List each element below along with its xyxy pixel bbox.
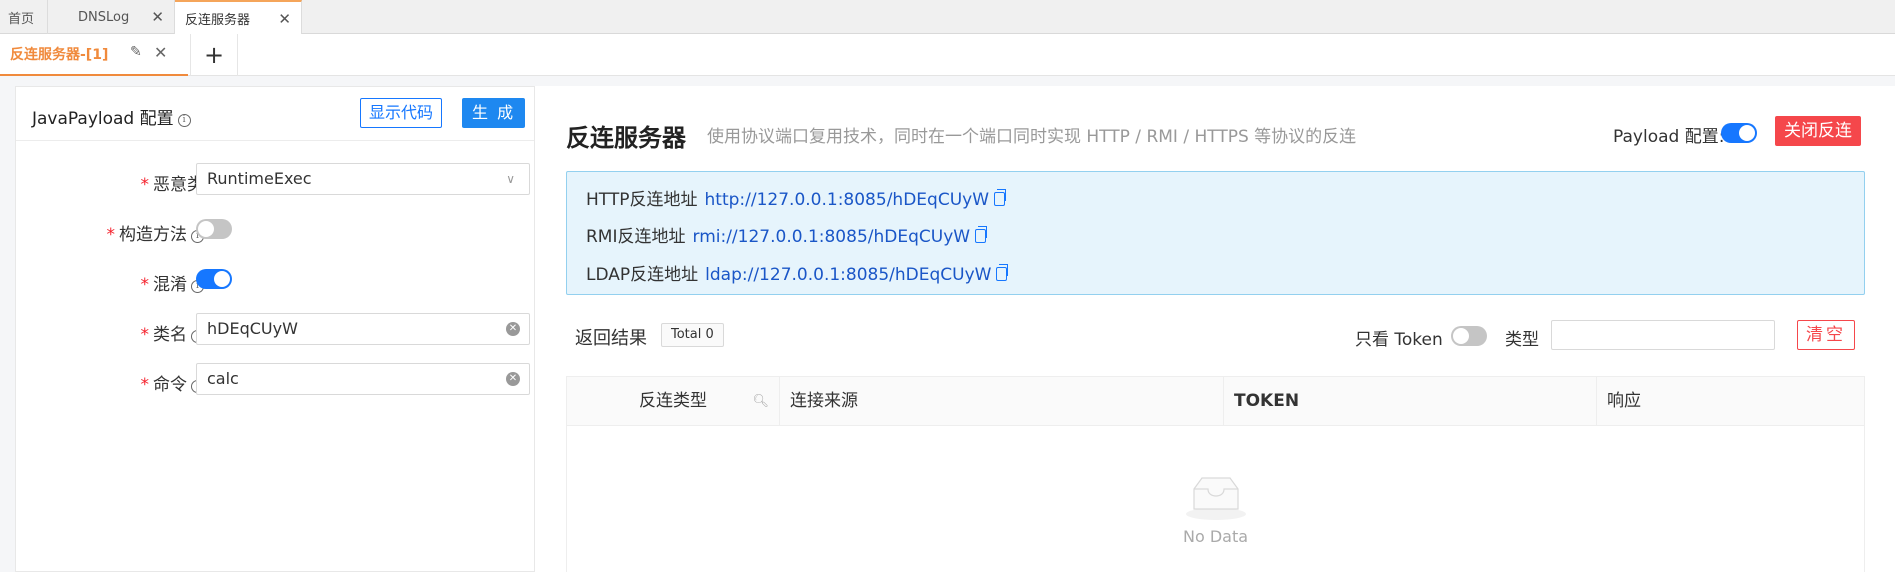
field-label: *命令i xyxy=(141,370,204,395)
copy-icon[interactable] xyxy=(996,264,1009,281)
clear-button[interactable]: 清空 xyxy=(1797,320,1855,350)
tab-label: 反连服务器-[1] xyxy=(10,47,109,63)
address-info-box: HTTP反连地址 http://127.0.0.1:8085/hDEqCUyW R… xyxy=(566,171,1865,295)
select-value: RuntimeExec xyxy=(207,169,312,188)
command-input[interactable]: calc ✕ xyxy=(196,363,530,395)
address-label: LDAP反连地址 xyxy=(586,265,699,285)
rmi-address-row: RMI反连地址 rmi://127.0.0.1:8085/hDEqCUyW xyxy=(586,222,988,247)
column-header-source: 连接来源 xyxy=(779,377,1223,426)
reverse-server-panel: 反连服务器 使用协议端口复用技术，同时在一个端口同时实现 HTTP / RMI … xyxy=(535,86,1895,572)
class-name-input[interactable]: hDEqCUyW ✕ xyxy=(196,313,530,345)
tab-label: 首页 xyxy=(8,11,35,27)
close-reverse-button[interactable]: 关闭反连 xyxy=(1775,116,1861,146)
total-badge: Total 0 xyxy=(661,323,724,347)
tab-dnslog[interactable]: DNSLog ✕ xyxy=(48,0,175,34)
field-label: * 混淆 i xyxy=(141,270,204,295)
page-title: 反连服务器 xyxy=(566,124,686,152)
copy-icon[interactable] xyxy=(975,226,988,243)
results-table: 反连类型 🔍︎ 连接来源 TOKEN 响应 No Data xyxy=(566,376,1865,572)
panel-header: JavaPayload 配置 i 显示代码 生 成 xyxy=(16,87,534,141)
info-icon: i xyxy=(177,114,191,127)
clear-icon[interactable]: ✕ xyxy=(506,322,520,336)
payload-config-toggle[interactable] xyxy=(1721,123,1757,143)
field-obfuscate: * 混淆 i xyxy=(16,263,534,297)
java-payload-panel: JavaPayload 配置 i 显示代码 生 成 * 恶意类 RuntimeExe… xyxy=(15,86,535,572)
close-icon[interactable]: ✕ xyxy=(278,10,291,28)
field-label: *类名i xyxy=(141,320,204,345)
column-label: 反连类型 xyxy=(639,391,707,411)
column-label: TOKEN xyxy=(1234,391,1300,411)
close-icon[interactable]: ✕ xyxy=(151,8,164,26)
ldap-address-row: LDAP反连地址 ldap://127.0.0.1:8085/hDEqCUyW xyxy=(586,260,1009,285)
column-label: 连接来源 xyxy=(790,391,858,411)
tab-label: DNSLog xyxy=(78,9,130,25)
sub-tab-bar: 反连服务器-[1] ✎ ✕ + xyxy=(0,34,1895,76)
address-label: RMI反连地址 xyxy=(586,227,686,247)
edit-icon[interactable]: ✎ xyxy=(130,44,142,60)
field-label: * 构造方法 i xyxy=(107,220,204,245)
results-label: 返回结果 xyxy=(575,328,647,349)
add-tab-button[interactable]: + xyxy=(190,34,238,76)
column-header-response: 响应 xyxy=(1596,377,1864,426)
field-command: *命令i calc ✕ xyxy=(16,363,534,397)
tab-home[interactable]: 首页 xyxy=(0,0,48,34)
field-label: * 恶意类 xyxy=(140,175,205,195)
chevron-down-icon: ∨ xyxy=(506,172,515,186)
http-address-row: HTTP反连地址 http://127.0.0.1:8085/hDEqCUyW xyxy=(586,185,1006,210)
payload-config-label: Payload 配置: xyxy=(1613,127,1725,147)
panel-title: JavaPayload 配置 i xyxy=(32,104,191,129)
column-header-token: TOKEN xyxy=(1223,377,1596,426)
table-header: 反连类型 🔍︎ 连接来源 TOKEN 响应 xyxy=(567,377,1864,426)
page-subtitle: 使用协议端口复用技术，同时在一个端口同时实现 HTTP / RMI / HTTP… xyxy=(707,127,1357,147)
tab-label: 反连服务器 xyxy=(185,13,251,28)
field-constructor: * 构造方法 i xyxy=(16,213,534,247)
address-url[interactable]: http://127.0.0.1:8085/hDEqCUyW xyxy=(705,190,989,210)
show-code-button[interactable]: 显示代码 xyxy=(360,98,443,128)
address-label: HTTP反连地址 xyxy=(586,190,698,210)
generate-button[interactable]: 生 成 xyxy=(462,98,526,128)
address-url[interactable]: rmi://127.0.0.1:8085/hDEqCUyW xyxy=(693,227,971,247)
tab-reverse-server-1[interactable]: 反连服务器-[1] ✎ ✕ xyxy=(0,34,188,76)
type-label: 类型 xyxy=(1505,330,1539,350)
column-label: 响应 xyxy=(1607,391,1641,411)
top-tab-bar: 首页 DNSLog ✕ 反连服务器 ✕ xyxy=(0,0,1895,35)
obfuscate-toggle[interactable] xyxy=(196,269,232,289)
malicious-class-select[interactable]: RuntimeExec ∨ xyxy=(196,163,530,195)
token-only-toggle[interactable] xyxy=(1451,326,1487,346)
input-value: hDEqCUyW xyxy=(207,319,298,338)
field-class-name: *类名i hDEqCUyW ✕ xyxy=(16,313,534,347)
constructor-toggle[interactable] xyxy=(196,219,232,239)
type-filter-input[interactable] xyxy=(1551,320,1775,350)
input-value: calc xyxy=(207,369,239,388)
field-malicious-class: * 恶意类 RuntimeExec ∨ xyxy=(16,163,534,197)
panel-title-text: JavaPayload 配置 xyxy=(32,109,174,129)
address-url[interactable]: ldap://127.0.0.1:8085/hDEqCUyW xyxy=(705,265,991,285)
column-header-type[interactable]: 反连类型 🔍︎ xyxy=(629,377,779,426)
search-icon[interactable]: 🔍︎ xyxy=(752,377,769,426)
tab-reverse-server[interactable]: 反连服务器 ✕ xyxy=(175,0,302,35)
plus-icon: + xyxy=(203,41,225,69)
token-only-label: 只看 Token xyxy=(1355,330,1443,350)
copy-icon[interactable] xyxy=(994,189,1006,206)
close-icon[interactable]: ✕ xyxy=(154,43,167,62)
empty-inbox-icon xyxy=(1186,477,1246,520)
empty-text: No Data xyxy=(1182,527,1249,546)
clear-icon[interactable]: ✕ xyxy=(506,372,520,386)
